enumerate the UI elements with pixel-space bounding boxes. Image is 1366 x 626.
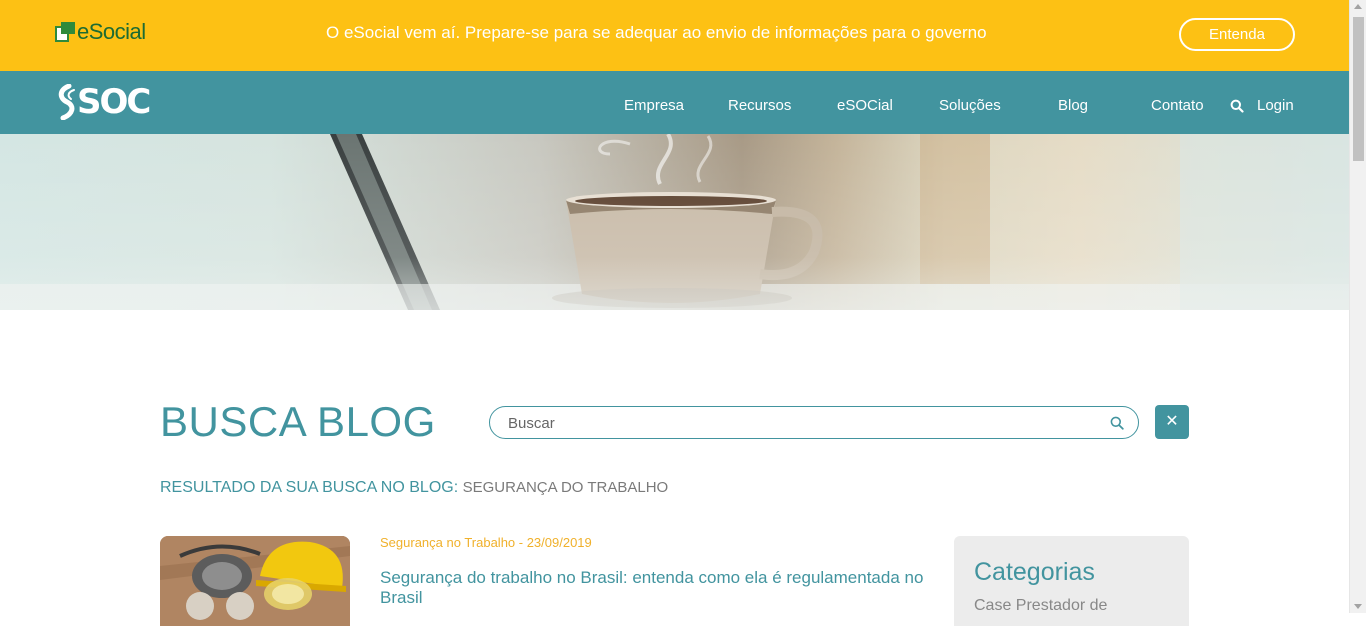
sidebar-title: Categorias	[974, 558, 1095, 586]
result-term: SEGURANÇA DO TRABALHO	[462, 479, 669, 496]
post-title-link[interactable]: Segurança do trabalho no Brasil: entenda…	[380, 568, 940, 608]
soc-logo[interactable]: SOC	[55, 82, 151, 122]
esocial-logo[interactable]: eSocial	[55, 19, 146, 44]
close-icon: ✕	[1165, 413, 1179, 430]
search-icon[interactable]	[1230, 99, 1244, 113]
search-icon[interactable]	[1110, 416, 1124, 430]
scroll-up-icon[interactable]	[1354, 4, 1362, 9]
main-navbar: SOC Empresa Recursos eSOCial Soluções Bl…	[0, 71, 1349, 134]
hero-image	[0, 134, 1349, 310]
nav-item-esocial[interactable]: eSOCial	[837, 97, 893, 114]
scrollbar-thumb[interactable]	[1353, 17, 1364, 161]
soc-logo-icon	[58, 84, 75, 120]
page-scrollbar[interactable]	[1349, 0, 1366, 613]
entenda-button[interactable]: Entenda	[1179, 18, 1295, 51]
category-item[interactable]: Case Prestador de	[974, 597, 1107, 615]
esocial-logo-icon	[55, 22, 75, 42]
nav-item-blog[interactable]: Blog	[1058, 97, 1088, 114]
post-meta[interactable]: Segurança no Trabalho - 23/09/2019	[380, 535, 592, 550]
esocial-logo-text: eSocial	[77, 19, 146, 44]
nav-item-solucoes[interactable]: Soluções	[939, 97, 1001, 114]
esocial-banner: eSocial O eSocial vem aí. Prepare-se par…	[0, 0, 1349, 71]
nav-item-recursos[interactable]: Recursos	[728, 97, 791, 114]
page-title: BUSCA BLOG	[160, 398, 436, 445]
result-label: RESULTADO DA SUA BUSCA NO BLOG:	[160, 479, 459, 496]
banner-message: O eSocial vem aí. Prepare-se para se ade…	[326, 23, 987, 42]
nav-item-contato[interactable]: Contato	[1151, 97, 1204, 114]
soc-logo-text: SOC	[77, 82, 151, 122]
blog-search-input[interactable]	[508, 413, 1098, 433]
search-result-summary: RESULTADO DA SUA BUSCA NO BLOG: SEGURANÇ…	[160, 479, 668, 497]
nav-item-empresa[interactable]: Empresa	[624, 97, 684, 114]
blog-search-box	[489, 406, 1139, 439]
clear-search-button[interactable]: ✕	[1155, 405, 1189, 439]
scroll-down-icon[interactable]	[1354, 604, 1362, 609]
nav-item-login[interactable]: Login	[1257, 97, 1294, 114]
